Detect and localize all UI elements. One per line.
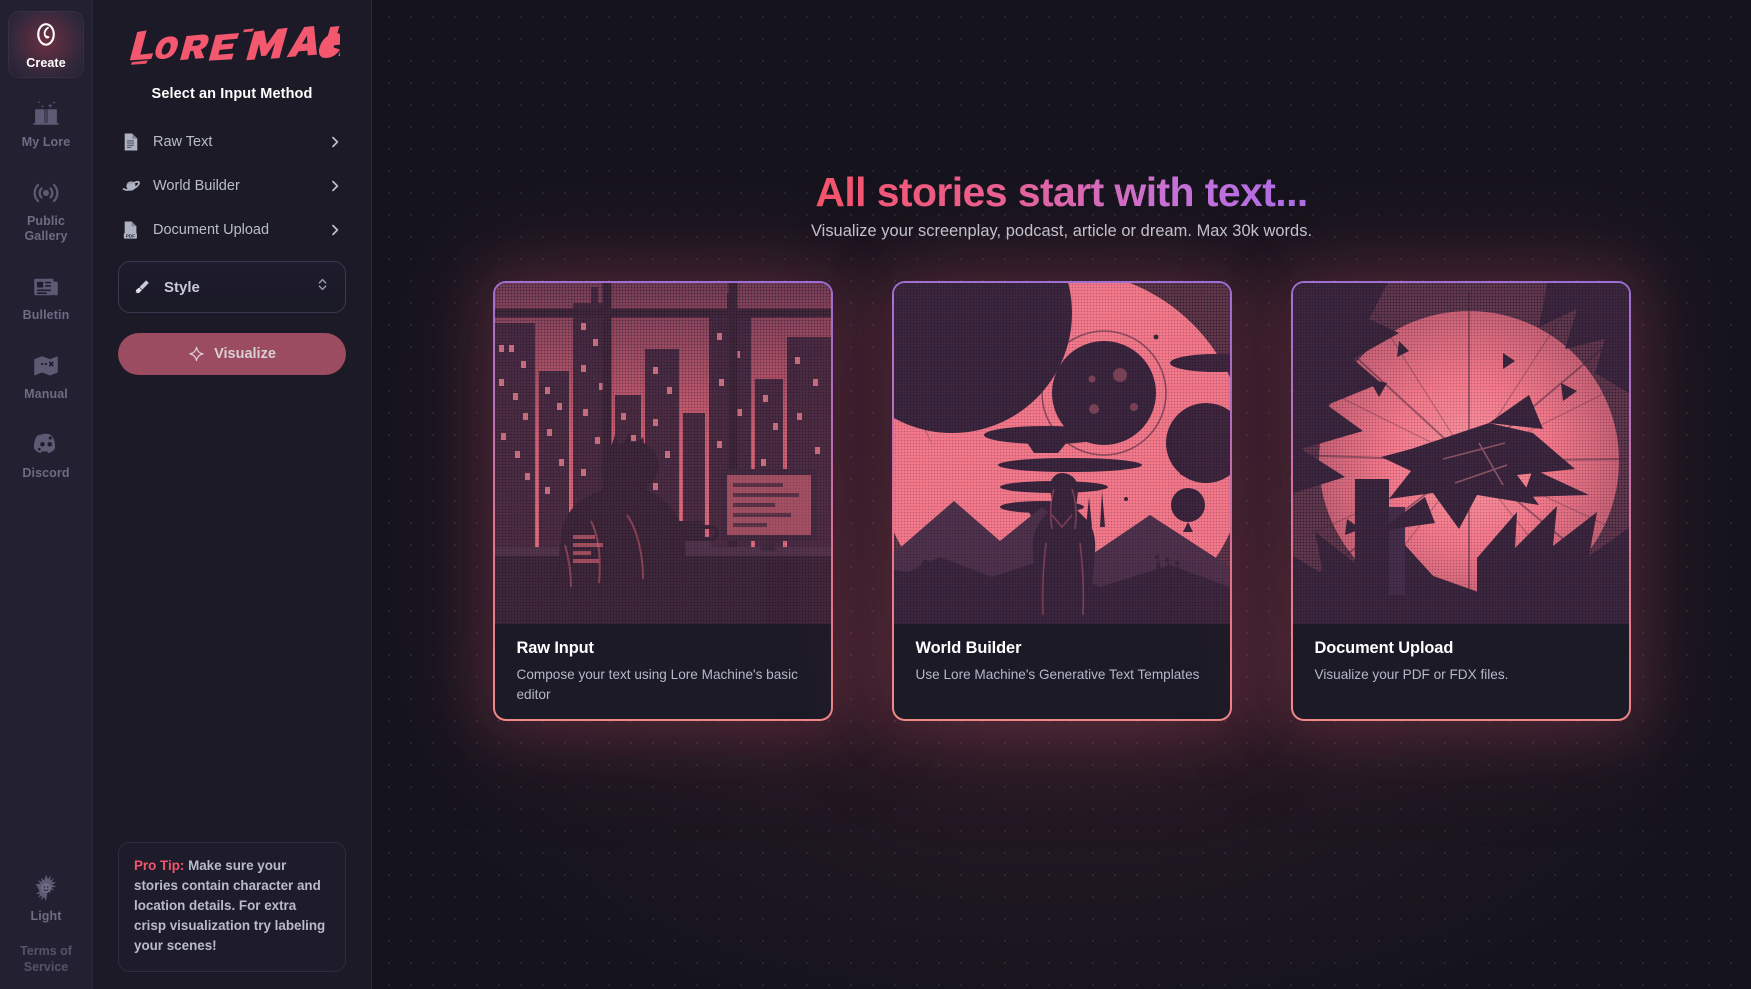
style-select-value: Style bbox=[164, 278, 200, 296]
terms-of-service-link[interactable]: Terms of Service bbox=[20, 943, 72, 983]
card-raw-input[interactable]: Raw Input Compose your text using Lore M… bbox=[492, 281, 833, 721]
input-method-world-builder[interactable]: World Builder bbox=[118, 164, 346, 208]
chevron-updown-icon bbox=[316, 277, 329, 297]
input-method-label: World Builder bbox=[153, 178, 240, 194]
page-title: All stories start with text... bbox=[815, 169, 1308, 215]
create-swirl-icon bbox=[31, 20, 61, 50]
rail-item-manual[interactable]: Manual bbox=[8, 342, 84, 409]
panel-title: Select an Input Method bbox=[151, 86, 313, 102]
input-method-label: Raw Text bbox=[153, 134, 213, 150]
hero-section: All stories start with text... Visualize… bbox=[372, 0, 1751, 241]
input-method-raw-text[interactable]: Raw Text bbox=[118, 120, 346, 164]
planet-icon bbox=[122, 176, 140, 196]
card-world-builder[interactable]: World Builder Use Lore Machine's Generat… bbox=[891, 281, 1232, 721]
card-title: World Builder bbox=[915, 639, 1022, 657]
main-content: All stories start with text... Visualize… bbox=[372, 0, 1751, 989]
card-body: Document Upload Visualize your PDF or FD… bbox=[1293, 624, 1629, 685]
rail-item-public-gallery[interactable]: Public Gallery bbox=[8, 169, 84, 251]
rail-item-label: Public Gallery bbox=[24, 214, 68, 243]
visualize-button[interactable]: Visualize bbox=[118, 333, 346, 375]
pro-tip-box: Pro Tip: Make sure your stories contain … bbox=[118, 842, 346, 972]
input-method-document-upload[interactable]: PDF Document Upload bbox=[118, 208, 346, 252]
rail-item-create[interactable]: Create bbox=[8, 11, 84, 78]
pdf-file-icon: PDF bbox=[122, 220, 140, 240]
exploding-spacecraft-art bbox=[1292, 283, 1629, 624]
card-body: World Builder Use Lore Machine's Generat… bbox=[894, 624, 1230, 685]
rail-item-label: Bulletin bbox=[22, 308, 70, 322]
chevron-right-icon bbox=[328, 179, 342, 193]
sparkle-icon bbox=[188, 346, 205, 363]
card-inner: World Builder Use Lore Machine's Generat… bbox=[893, 283, 1230, 719]
card-document-upload[interactable]: Document Upload Visualize your PDF or FD… bbox=[1290, 281, 1631, 721]
card-description: Compose your text using Lore Machine's b… bbox=[516, 667, 798, 702]
chevron-right-icon bbox=[328, 223, 342, 237]
card-title: Raw Input bbox=[516, 639, 595, 657]
input-method-label: Document Upload bbox=[153, 222, 270, 238]
app-root: Create My Lore Public Gallery Bulletin M… bbox=[0, 0, 1751, 989]
primary-nav-rail: Create My Lore Public Gallery Bulletin M… bbox=[0, 0, 93, 989]
card-description: Use Lore Machine's Generative Text Templ… bbox=[915, 667, 1200, 682]
map-icon bbox=[31, 351, 61, 381]
open-book-icon bbox=[31, 99, 61, 129]
visualize-button-label: Visualize bbox=[214, 346, 276, 362]
card-description: Visualize your PDF or FDX files. bbox=[1314, 667, 1509, 682]
sun-icon bbox=[31, 873, 61, 903]
svg-text:PDF: PDF bbox=[126, 234, 135, 239]
broadcast-icon bbox=[31, 178, 61, 208]
card-body: Raw Input Compose your text using Lore M… bbox=[495, 624, 831, 705]
rail-item-label: Manual bbox=[24, 387, 68, 401]
rail-item-discord[interactable]: Discord bbox=[8, 421, 84, 488]
paintbrush-icon bbox=[133, 278, 151, 296]
rail-item-label: Create bbox=[26, 56, 66, 70]
figure-on-alien-planet-art bbox=[893, 283, 1230, 624]
lore-machine-logo[interactable] bbox=[124, 18, 357, 74]
card-inner: Raw Input Compose your text using Lore M… bbox=[494, 283, 831, 719]
card-inner: Document Upload Visualize your PDF or FD… bbox=[1292, 283, 1629, 719]
discord-icon bbox=[31, 430, 61, 460]
rail-item-label: My Lore bbox=[21, 135, 71, 149]
cyberpunk-writer-at-desk-art bbox=[494, 283, 831, 624]
newspaper-icon bbox=[31, 272, 61, 302]
rail-item-label: Discord bbox=[22, 466, 70, 480]
card-title: Document Upload bbox=[1314, 639, 1454, 657]
input-method-cards: Raw Input Compose your text using Lore M… bbox=[372, 281, 1751, 721]
input-method-panel: Select an Input Method Raw Text World Bu… bbox=[93, 0, 372, 989]
theme-toggle-label: Light bbox=[30, 909, 62, 923]
rail-item-my-lore[interactable]: My Lore bbox=[8, 90, 84, 157]
chevron-right-icon bbox=[328, 135, 342, 149]
rail-bottom-group: Light Terms of Service bbox=[0, 864, 92, 989]
document-text-icon bbox=[122, 132, 140, 152]
rail-item-bulletin[interactable]: Bulletin bbox=[8, 263, 84, 330]
style-select[interactable]: Style bbox=[118, 261, 346, 313]
theme-toggle-light[interactable]: Light bbox=[8, 864, 84, 931]
page-subtitle: Visualize your screenplay, podcast, arti… bbox=[810, 222, 1313, 240]
panel-spacer bbox=[118, 375, 346, 842]
pro-tip-lead: Pro Tip: bbox=[134, 858, 185, 873]
